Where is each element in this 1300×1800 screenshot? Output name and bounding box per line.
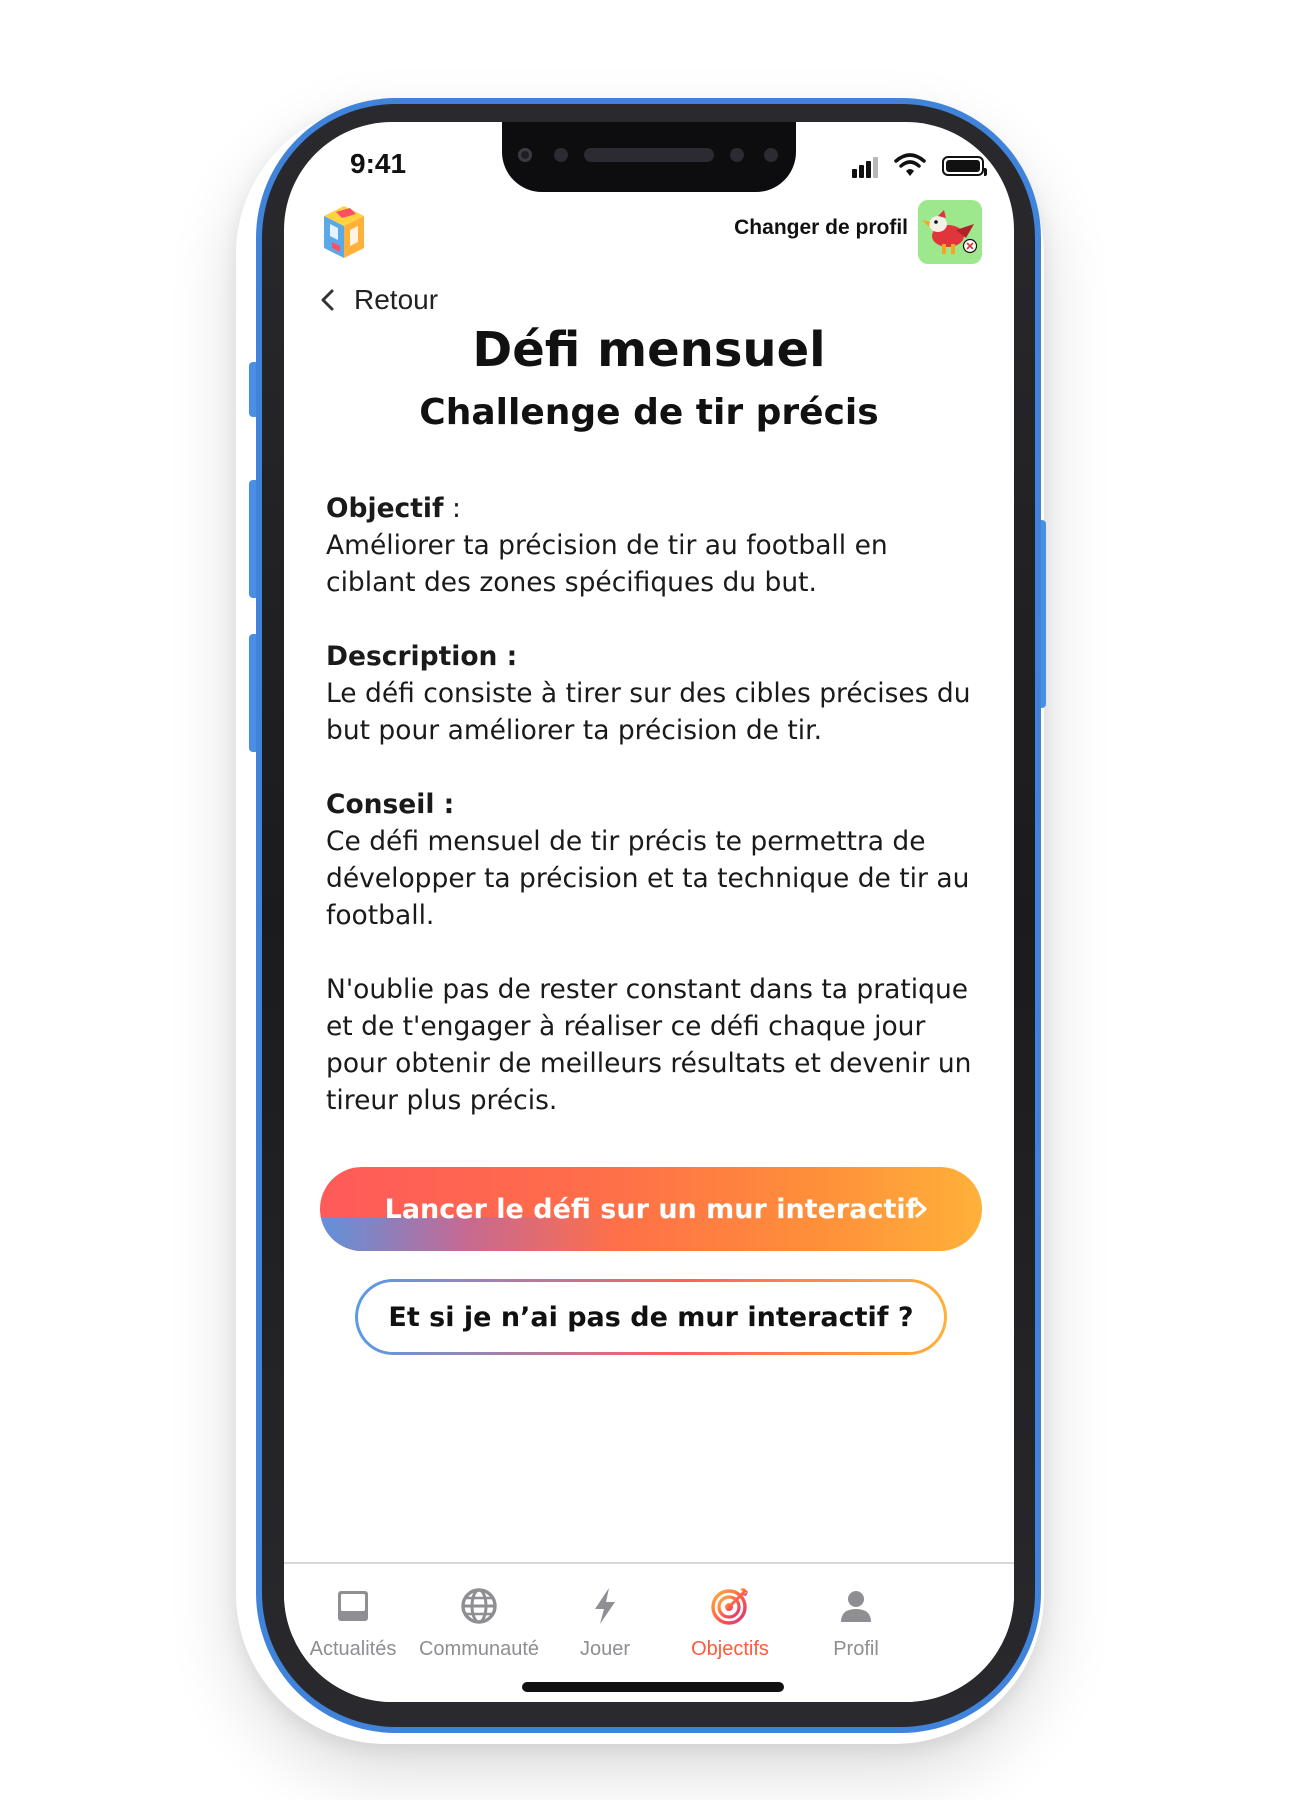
objective-heading: Objectif : xyxy=(326,490,980,527)
sensor-dot xyxy=(554,148,568,162)
wifi-icon xyxy=(894,153,926,176)
objective-colon: : xyxy=(443,493,461,524)
advice-heading: Conseil : xyxy=(326,789,455,820)
battery-icon xyxy=(942,156,987,176)
status-icons xyxy=(852,152,987,178)
user-icon xyxy=(841,1591,871,1622)
no-interactive-wall-label: Et si je n’ai pas de mur interactif ? xyxy=(358,1282,944,1352)
tab-bar: Actualités Communauté Jouer Objectifs Pr… xyxy=(284,1562,1014,1702)
description-heading: Description : xyxy=(326,641,518,672)
front-camera xyxy=(518,148,532,162)
sensor-dot xyxy=(730,148,744,162)
objective-section: Objectif : Améliorer ta précision de tir… xyxy=(326,490,980,601)
app-logo-icon xyxy=(324,206,364,258)
no-interactive-wall-button[interactable]: Et si je n’ai pas de mur interactif ? xyxy=(355,1279,947,1355)
advice-section: Conseil : Ce défi mensuel de tir précis … xyxy=(326,786,980,934)
page-title: Défi mensuel xyxy=(472,322,826,378)
bolt-icon xyxy=(595,1588,615,1624)
change-profile-link[interactable]: Changer de profil xyxy=(734,216,908,240)
mascot-avatar-icon xyxy=(922,210,978,254)
earpiece-speaker xyxy=(584,148,714,162)
launch-challenge-label: Lancer le défi sur un mur interactif xyxy=(384,1193,918,1225)
back-label: Retour xyxy=(354,284,439,315)
globe-icon xyxy=(461,1588,497,1624)
tab-actualites[interactable]: Actualités xyxy=(284,1584,423,1661)
chevron-left-icon xyxy=(321,289,334,311)
description-section: Description : Le défi consiste à tirer s… xyxy=(326,638,980,749)
tab-label: Actualités xyxy=(309,1638,397,1660)
tab-label: Jouer xyxy=(579,1638,631,1660)
challenge-details: Objectif : Améliorer ta précision de tir… xyxy=(326,490,980,1156)
screen: 9:41 Changer de profil Retour Défi mensu… xyxy=(284,122,1014,1702)
tab-label: Profil xyxy=(833,1638,879,1660)
description-text: Le défi consiste à tirer sur des cibles … xyxy=(326,678,971,746)
chevron-right-icon xyxy=(915,1200,927,1218)
sensor-dot xyxy=(764,148,778,162)
back-button[interactable]: Retour xyxy=(314,284,438,316)
tab-jouer[interactable]: Jouer xyxy=(535,1584,675,1661)
closing-section: N'oublie pas de rester constant dans ta … xyxy=(326,971,980,1119)
page-subtitle: Challenge de tir précis xyxy=(419,392,879,433)
objective-text: Améliorer ta précision de tir au footbal… xyxy=(326,530,888,598)
tab-profil[interactable]: Profil xyxy=(786,1584,926,1661)
tab-label: Objectifs xyxy=(691,1638,769,1660)
profile-avatar[interactable] xyxy=(918,200,982,264)
home-indicator[interactable] xyxy=(522,1682,784,1692)
tab-communaute[interactable]: Communauté xyxy=(409,1584,549,1661)
notch xyxy=(502,122,796,192)
advice-text: Ce défi mensuel de tir précis te permett… xyxy=(326,826,970,931)
tab-label: Communauté xyxy=(418,1638,540,1660)
tab-objectifs[interactable]: Objectifs xyxy=(660,1584,800,1661)
target-icon xyxy=(711,1588,748,1625)
status-time: 9:41 xyxy=(350,148,407,179)
inbox-icon xyxy=(338,1591,368,1621)
launch-challenge-button[interactable]: Lancer le défi sur un mur interactif xyxy=(320,1167,982,1251)
closing-text: N'oublie pas de rester constant dans ta … xyxy=(326,974,972,1116)
objective-label: Objectif xyxy=(326,493,444,524)
